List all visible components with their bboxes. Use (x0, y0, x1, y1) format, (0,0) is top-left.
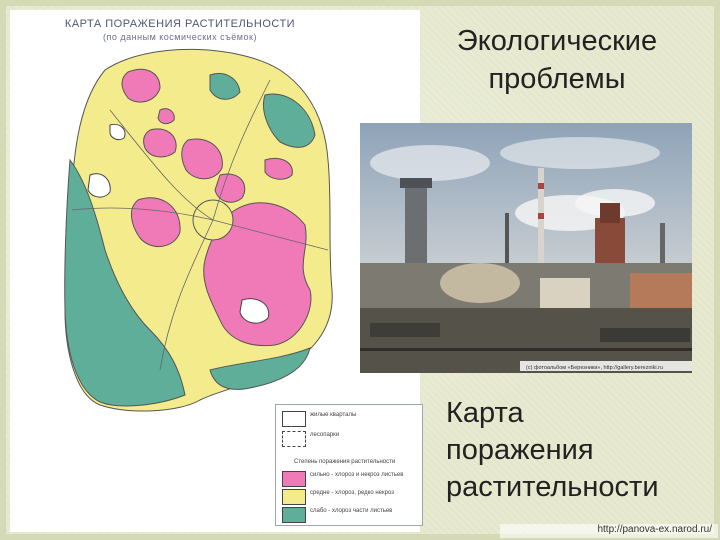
map-region-strong-1 (121, 68, 161, 103)
photo-building-light (540, 278, 590, 308)
photo-train-2 (600, 328, 690, 342)
legend-label-residential: жилые кварталы (310, 412, 357, 418)
photo-train-1 (370, 323, 440, 337)
legend-label-strong: сильно - хлороз и некроз листьев (310, 472, 404, 478)
map-caption: Карта поражения растительности (446, 395, 706, 506)
map-region-strong-7 (157, 108, 175, 125)
slide-title-line2: проблемы (488, 63, 626, 95)
photo-chimney-stripe-2 (538, 213, 544, 219)
legend-heading: Степень поражения растительности (294, 459, 396, 465)
photo-tower-left-top (400, 178, 432, 188)
industrial-plant-photo: (c) фотоальбом «Березники», http://galle… (360, 123, 692, 373)
map-subtitle: (по данным космических съёмок) (103, 32, 257, 42)
map-title: КАРТА ПОРАЖЕНИЯ РАСТИТЕЛЬНОСТИ (64, 18, 296, 30)
caption-line1: Карта (446, 397, 524, 429)
slide-title: Экологические проблемы (432, 22, 682, 112)
photo-cloud-1 (370, 145, 490, 181)
legend-swatch-parks (282, 431, 306, 447)
photo-dome-warehouse (440, 263, 520, 303)
legend-swatch-strong (282, 471, 306, 487)
legend-swatch-medium (282, 489, 306, 505)
slide-background: КАРТА ПОРАЖЕНИЯ РАСТИТЕЛЬНОСТИ (по данны… (0, 0, 720, 540)
legend-swatch-residential (282, 411, 306, 427)
legend-label-weak: слабо - хлороз части листьев (310, 508, 393, 514)
caption-line2: поражения (446, 434, 594, 466)
legend-swatch-weak (282, 507, 306, 523)
photo-chimney-stripe-1 (538, 183, 544, 189)
photo-rail (360, 348, 692, 351)
photo-cloud-2 (500, 137, 660, 169)
slide-title-line1: Экологические (456, 25, 658, 57)
footer-url[interactable]: http://panova-ex.narod.ru/ (500, 524, 718, 538)
legend-label-medium: средне - хлороз, редко некроз (310, 490, 394, 496)
photo-tower-right-top (600, 203, 620, 223)
legend-label-parks: лесопарки (310, 432, 340, 438)
photo-building-brick (630, 273, 692, 308)
photo-credit: (c) фотоальбом «Березники», http://galle… (526, 365, 663, 371)
map-legend: жилые кварталы лесопарки Степень поражен… (275, 404, 423, 526)
caption-line3: растительности (446, 471, 659, 503)
